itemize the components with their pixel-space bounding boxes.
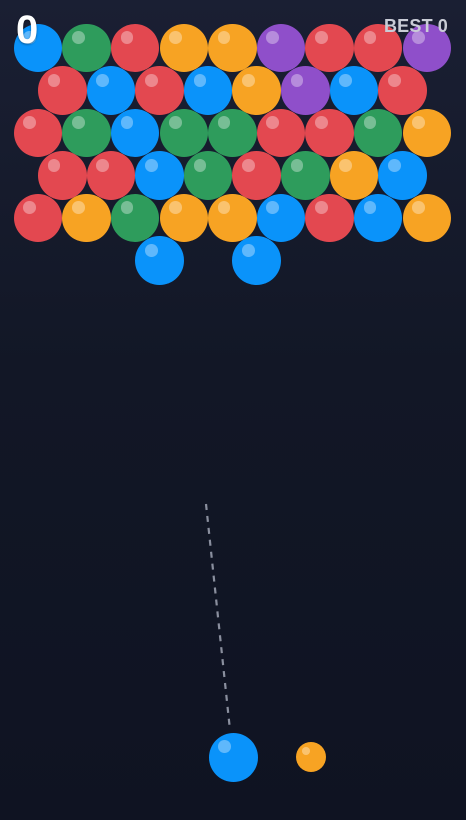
bubble-blue <box>86 66 136 115</box>
bubble-red <box>38 66 87 115</box>
bubble-green <box>62 108 111 158</box>
bubble-blue <box>135 151 184 200</box>
bubble-orange <box>208 193 257 243</box>
bubble-orange <box>159 193 209 243</box>
bubble-orange <box>402 108 452 158</box>
score-display: 0 <box>16 8 39 52</box>
bubble-orange <box>402 193 452 243</box>
bubble-red <box>305 193 354 243</box>
bubble-blue <box>329 66 379 115</box>
bubble-green <box>110 193 160 243</box>
bubble-blue <box>110 108 160 158</box>
best-value: 0 <box>437 16 448 36</box>
bubble-red <box>305 108 354 158</box>
bubble-red <box>378 66 427 115</box>
bubble-green <box>183 151 233 200</box>
bubble-green <box>281 151 330 200</box>
bubble-orange <box>232 66 281 115</box>
bubble-red <box>305 23 354 73</box>
best-label: BEST <box>383 16 433 36</box>
bubble-red <box>86 151 136 200</box>
bubble-green <box>353 108 403 158</box>
best-score: BEST 0 <box>379 16 448 37</box>
bubble-orange <box>62 193 111 243</box>
bubble-red <box>13 108 63 158</box>
bubble-blue <box>183 66 233 115</box>
bubble-orange <box>329 151 379 200</box>
game-board[interactable]: 0 BEST 0 <box>0 0 466 820</box>
next-bubble[interactable] <box>296 742 326 772</box>
bubble-purple <box>281 66 330 115</box>
shooter-bubble[interactable] <box>208 732 258 782</box>
bubble-red <box>135 66 184 115</box>
bubble-green <box>62 23 111 73</box>
bubble-purple <box>256 23 306 73</box>
bubble-red <box>110 23 160 73</box>
bubble-blue <box>353 193 403 243</box>
bubble-green <box>159 108 209 158</box>
bubble-red <box>13 193 63 243</box>
bubble-green <box>208 108 257 158</box>
bubble-red <box>38 151 87 200</box>
bubble-orange <box>159 23 209 73</box>
bubble-blue <box>232 236 281 285</box>
bubble-blue <box>256 193 306 243</box>
bubble-orange <box>208 23 257 73</box>
bubble-red <box>232 151 281 200</box>
bubble-blue <box>135 236 184 285</box>
bubble-blue <box>378 151 427 200</box>
bubble-red <box>256 108 306 158</box>
